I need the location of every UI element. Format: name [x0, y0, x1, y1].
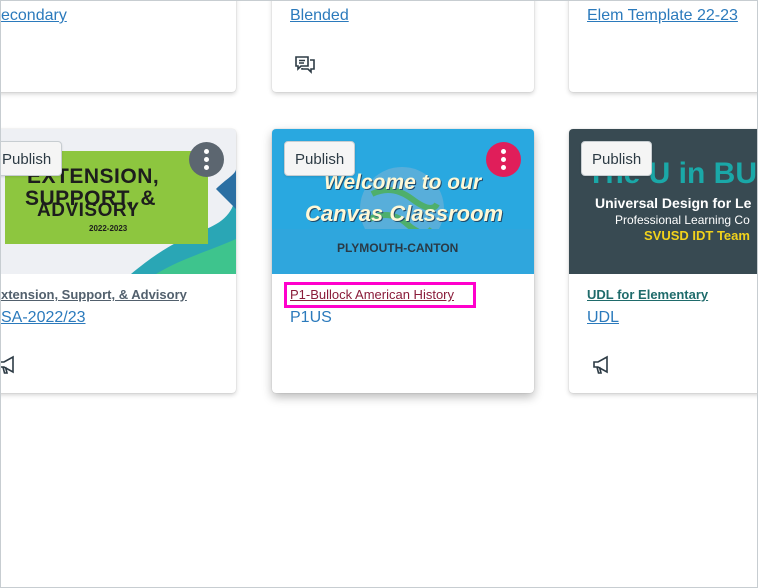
course-card-extension[interactable]: EXTENSION, SUPPORT, & ADVISORY 2022-2023…: [1, 129, 236, 393]
course-name-link[interactable]: xtension, Support, & Advisory: [1, 287, 187, 302]
publish-button[interactable]: Publish: [284, 141, 356, 176]
discussion-icon[interactable]: [294, 54, 316, 76]
course-code-link[interactable]: econdary: [1, 7, 67, 25]
card-options-button[interactable]: [189, 142, 224, 177]
course-code-link[interactable]: Blended: [290, 7, 349, 25]
course-dashboard: econdary Blended Elem Template 22-23 EXT…: [0, 0, 758, 588]
hero-line-3: SVUSD IDT Team: [644, 228, 750, 243]
course-card-p1-bullock[interactable]: Welcome to our Canvas Classroom PLYMOUTH…: [272, 129, 534, 393]
course-code-link[interactable]: P1US: [290, 309, 332, 327]
hero-line-3: ADVISORY: [37, 200, 140, 221]
course-card-top-1: econdary: [1, 1, 236, 92]
course-code-link[interactable]: Elem Template 22-23: [587, 7, 738, 25]
announcement-icon[interactable]: [591, 354, 613, 376]
course-name-link[interactable]: P1-Bullock American History: [290, 287, 454, 302]
card-options-button[interactable]: [486, 142, 521, 177]
course-code-link[interactable]: UDL: [587, 309, 619, 327]
course-code-link[interactable]: SA-2022/23: [1, 309, 86, 327]
publish-button[interactable]: Publish: [1, 141, 63, 176]
hero-year: 2022-2023: [89, 224, 128, 233]
hero-line-2: Professional Learning Co: [615, 213, 750, 227]
course-name-link[interactable]: UDL for Elementary: [587, 287, 708, 302]
publish-button[interactable]: Publish: [581, 141, 653, 176]
course-card-udl[interactable]: The U in BU Universal Design for Le Prof…: [569, 129, 757, 393]
hero-district: PLYMOUTH-CANTON: [337, 241, 459, 255]
hero-classroom-line: Canvas Classroom: [305, 201, 504, 226]
course-card-top-2: Blended: [272, 1, 534, 92]
course-card-top-3: Elem Template 22-23: [569, 1, 757, 92]
hero-line-1: Universal Design for Le: [595, 195, 752, 211]
announcement-icon[interactable]: [1, 354, 19, 376]
